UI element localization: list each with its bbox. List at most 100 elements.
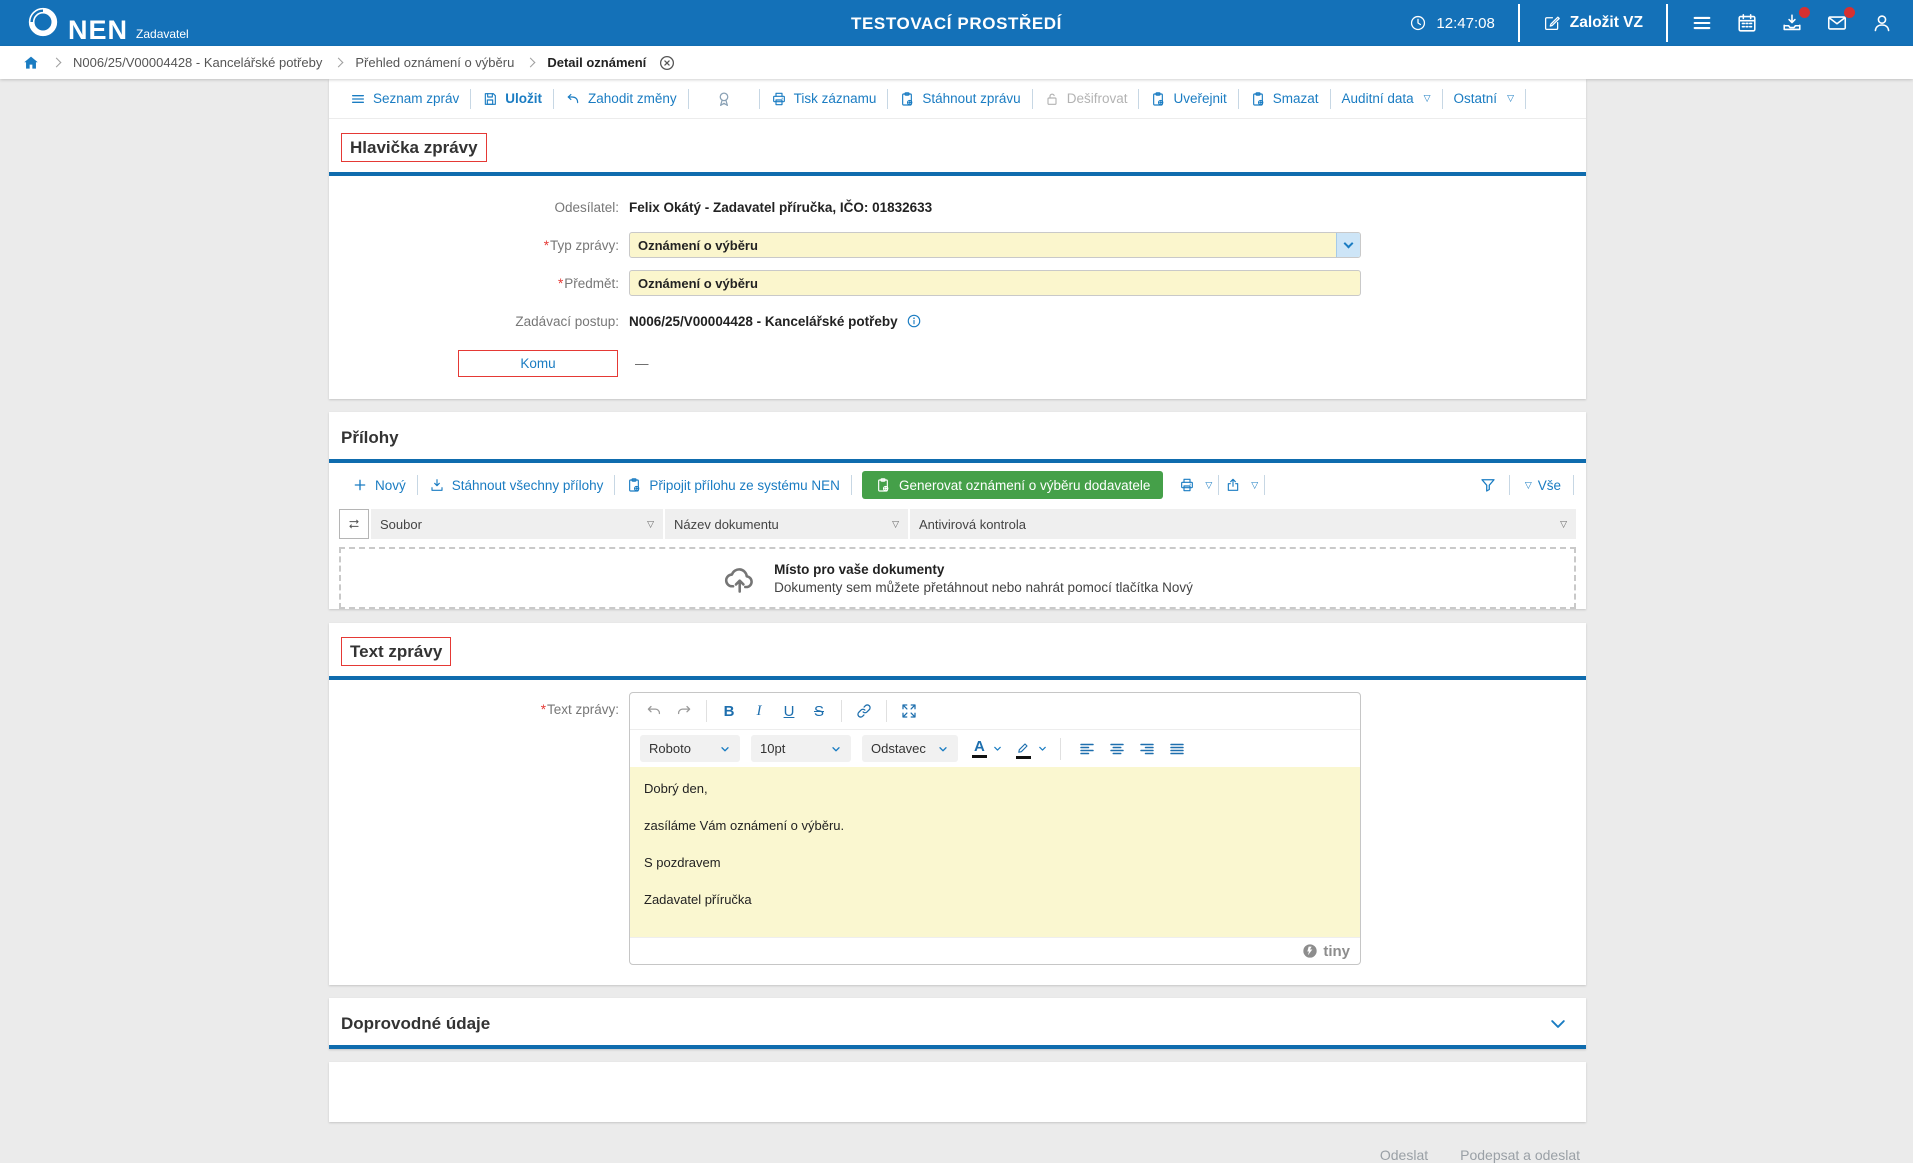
toolbar-auditni-data[interactable]: Auditní data ▽ (1331, 91, 1442, 106)
select-dropdown-button[interactable] (1336, 233, 1360, 257)
chevron-down-icon (719, 743, 731, 755)
column-filter-icon[interactable]: ▽ (1560, 520, 1567, 529)
toolbar-desifrovat[interactable]: Dešifrovat (1033, 91, 1139, 107)
toolbar-ostatni[interactable]: Ostatní ▽ (1443, 91, 1525, 106)
block-format-select[interactable]: Odstavec (862, 735, 958, 762)
bold-button[interactable]: B (715, 697, 743, 725)
align-justify-button[interactable] (1163, 735, 1191, 763)
caret-down-icon: ▽ (1251, 481, 1258, 490)
typ-zpravy-select[interactable]: Oznámení o výběru (629, 232, 1361, 258)
typ-zpravy-value: Oznámení o výběru (630, 238, 1336, 253)
editor-divider (1060, 738, 1061, 760)
messages-button[interactable] (1826, 12, 1848, 34)
editor-divider (706, 700, 707, 722)
clipboard-generate-icon (875, 477, 891, 493)
export-attachments-button[interactable]: ▽ (1219, 477, 1264, 493)
text-zpravy-row: *Text zprávy: B I U S (329, 680, 1586, 985)
field-odesilatel: Odesílatel: Felix Okátý - Zadavatel přír… (329, 194, 1586, 220)
notification-dot (1799, 7, 1810, 18)
tiny-brand-label: tiny (1323, 943, 1350, 960)
caret-down-icon: ▽ (1424, 94, 1431, 103)
toolbar-seznam-zprav[interactable]: Seznam zpráv (339, 91, 470, 107)
attach-from-nen-button[interactable]: Připojit přílohu ze systému NEN (615, 477, 851, 493)
info-icon[interactable] (906, 313, 922, 329)
create-vz-button[interactable]: Založit VZ (1543, 14, 1643, 32)
collapse-chevron-icon[interactable] (1548, 1014, 1568, 1034)
chevron-down-icon[interactable] (992, 743, 1003, 754)
toolbar-label: Smazat (1273, 91, 1319, 106)
column-header-antivirova-kontrola[interactable]: Antivirová kontrola ▽ (910, 509, 1576, 539)
sign-and-send-button[interactable]: Podepsat a odeslat (1460, 1147, 1580, 1163)
send-button[interactable]: Odeslat (1380, 1147, 1428, 1163)
accompanying-data-card: Doprovodné údaje (329, 998, 1586, 1049)
toolbar-label: Tisk záznamu (794, 91, 877, 106)
toolbar-tisk-zaznamu[interactable]: Tisk záznamu (760, 91, 888, 107)
highlight-color-button[interactable] (1013, 734, 1035, 764)
toolbar-divider (1573, 475, 1574, 495)
font-size-select[interactable]: 10pt (751, 735, 851, 762)
save-icon (482, 91, 498, 107)
align-left-button[interactable] (1073, 735, 1101, 763)
breadcrumb-item-procedure[interactable]: N006/25/V00004428 - Kancelářské potřeby (73, 55, 322, 70)
field-typ-zpravy: *Typ zprávy: Oznámení o výběru (329, 232, 1586, 258)
toolbar-certificate[interactable] (689, 90, 759, 108)
inbox-button[interactable] (1781, 12, 1803, 34)
chevron-down-icon[interactable] (1037, 743, 1048, 754)
toolbar-stahnout-zpravu[interactable]: Stáhnout zprávu (888, 91, 1031, 107)
section-title-text-zpravy: Text zprávy (341, 637, 451, 666)
column-header-nazev-dokumentu[interactable]: Název dokumentu ▽ (665, 509, 908, 539)
logo-subtitle: Zadavatel (136, 27, 189, 41)
fullscreen-button[interactable] (895, 697, 923, 725)
download-all-button[interactable]: Stáhnout všechny přílohy (418, 477, 615, 493)
rich-text-editor: B I U S Roboto 10pt (629, 692, 1361, 965)
menu-icon[interactable] (1691, 12, 1713, 34)
undo-button[interactable] (640, 697, 668, 725)
clock-widget: 12:47:08 (1409, 14, 1494, 32)
column-settings-icon (347, 517, 361, 531)
highlight-pen (1016, 739, 1032, 759)
field-predmet: *Předmět: Oznámení o výběru (329, 270, 1586, 296)
komu-value: — (635, 356, 649, 371)
toolbar-smazat[interactable]: Smazat (1239, 91, 1330, 107)
generate-notice-button[interactable]: Generovat oznámení o výběru dodavatele (862, 471, 1163, 499)
breadcrumb-item-overview[interactable]: Přehled oznámení o výběru (355, 55, 514, 70)
print-attachments-button[interactable]: ▽ (1173, 477, 1218, 493)
align-right-button[interactable] (1133, 735, 1161, 763)
toolbar-label: Nový (375, 478, 406, 493)
toolbar-zahodit-zmeny[interactable]: Zahodit změny (554, 91, 688, 107)
create-vz-label: Založit VZ (1570, 14, 1643, 32)
toolbar-uverejnit[interactable]: Uveřejnit (1139, 91, 1237, 107)
user-icon[interactable] (1871, 12, 1893, 34)
app-logo[interactable]: NEN Zadavatel (26, 5, 189, 42)
print-icon (1179, 477, 1195, 493)
close-circle-icon[interactable] (658, 54, 676, 72)
new-attachment-button[interactable]: Nový (341, 477, 417, 493)
file-dropzone[interactable]: Místo pro vaše dokumenty Dokumenty sem m… (339, 547, 1576, 609)
column-filter-icon[interactable]: ▽ (647, 520, 654, 529)
funnel-icon[interactable] (1479, 476, 1497, 494)
redo-button[interactable] (670, 697, 698, 725)
font-family-select[interactable]: Roboto (640, 735, 740, 762)
editor-content[interactable]: Dobrý den, zasíláme Vám oznámení o výběr… (630, 767, 1360, 937)
clipboard-attach-icon (626, 477, 642, 493)
compose-icon (1543, 14, 1561, 32)
column-filter-icon[interactable]: ▽ (892, 520, 899, 529)
underline-button[interactable]: U (775, 697, 803, 725)
italic-button[interactable]: I (745, 697, 773, 725)
block-format-value: Odstavec (871, 741, 926, 756)
strikethrough-button[interactable]: S (805, 697, 833, 725)
calendar-icon[interactable] (1736, 12, 1758, 34)
link-button[interactable] (850, 697, 878, 725)
logo-text: NEN (68, 19, 128, 42)
fullscreen-icon (900, 702, 918, 720)
filter-all-button[interactable]: ▽ Vše (1522, 478, 1561, 493)
text-color-button[interactable]: A (969, 734, 990, 764)
predmet-input[interactable]: Oznámení o výběru (629, 270, 1361, 296)
align-center-button[interactable] (1103, 735, 1131, 763)
clipboard-download-icon (899, 91, 915, 107)
toolbar-ulozit[interactable]: Uložit (471, 91, 553, 107)
komu-link[interactable]: Komu (458, 350, 618, 377)
column-settings-button[interactable] (339, 509, 369, 539)
home-icon[interactable] (22, 54, 40, 72)
column-header-soubor[interactable]: Soubor ▽ (371, 509, 663, 539)
